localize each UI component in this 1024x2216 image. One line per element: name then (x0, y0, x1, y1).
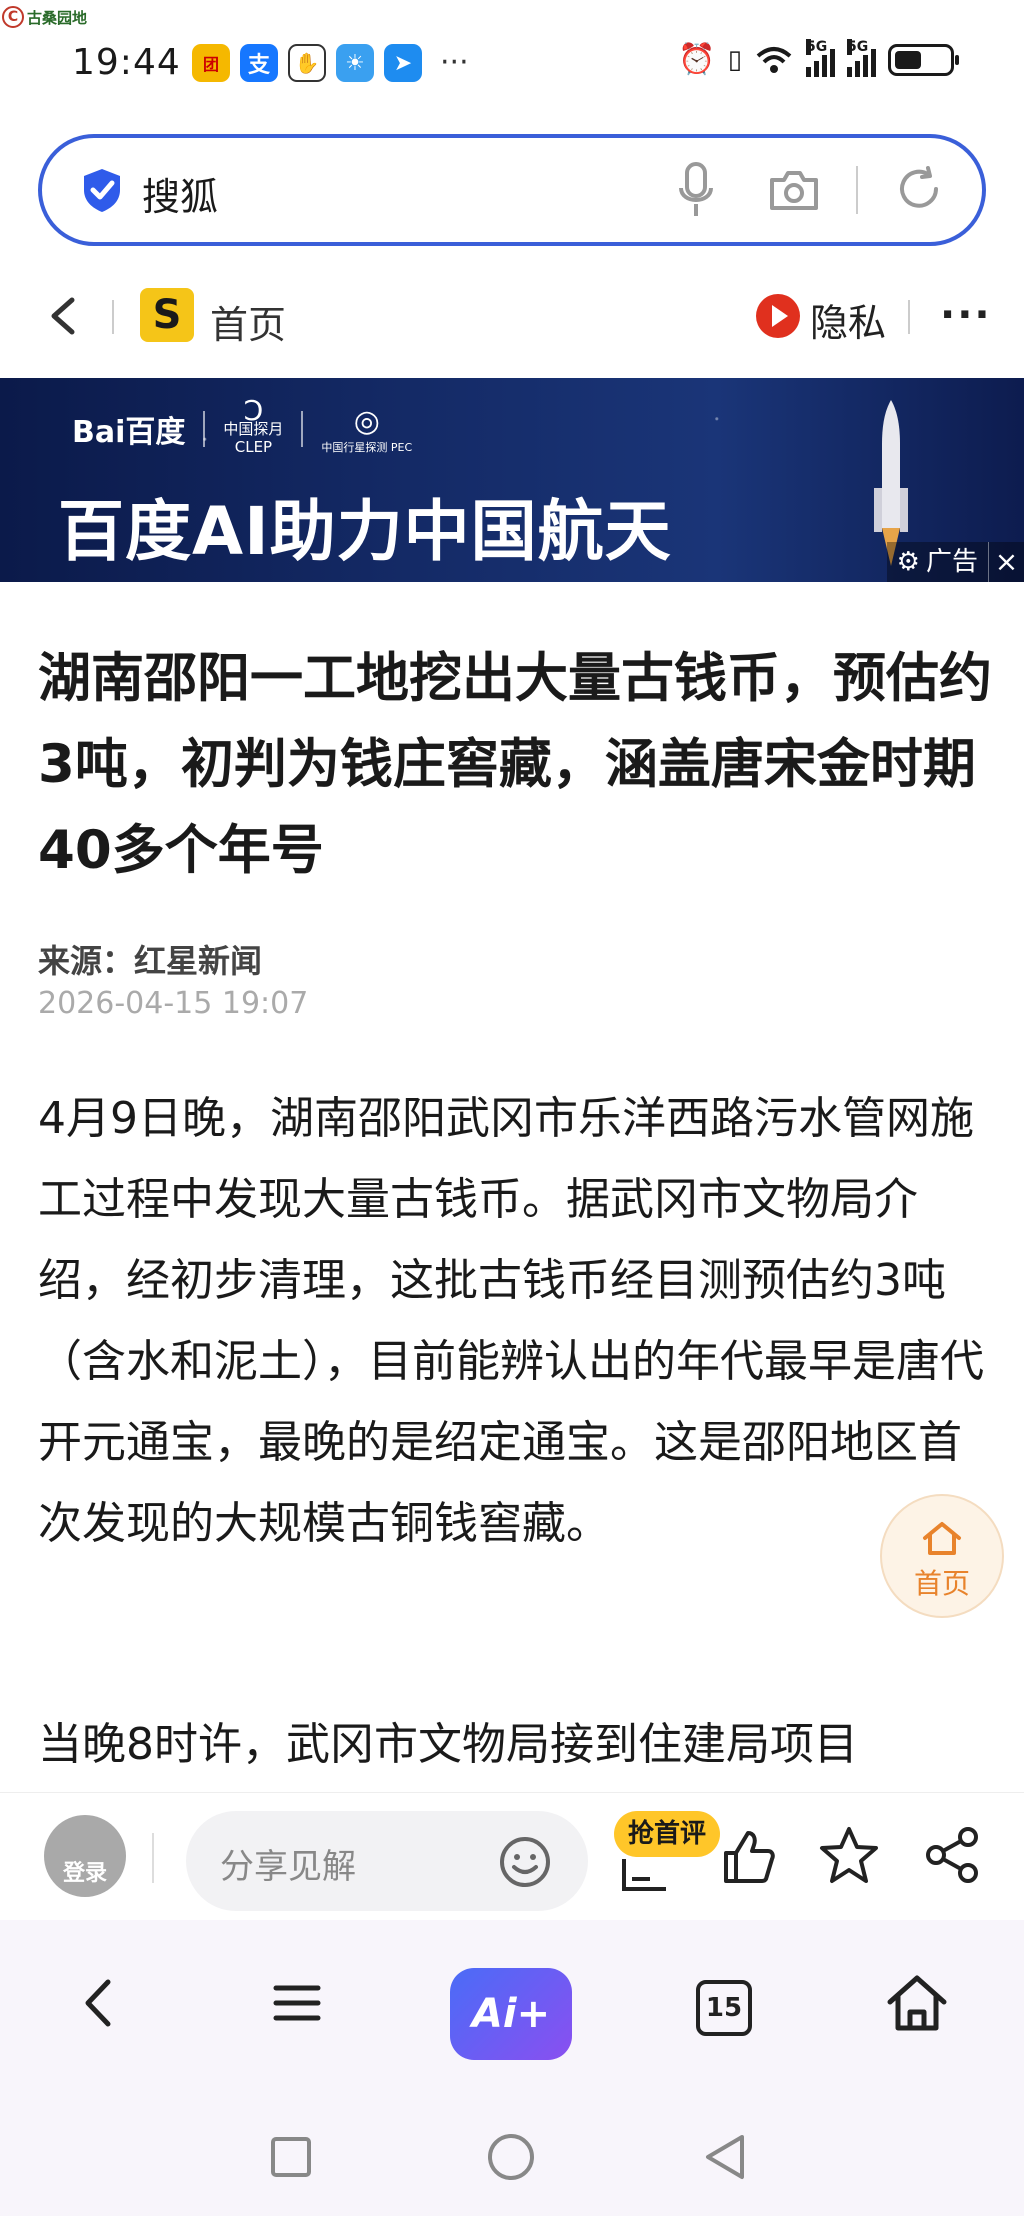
ai-assistant-button[interactable]: Ai+ (450, 1968, 572, 2060)
shield-icon (84, 169, 120, 212)
ad-logos: Bai百度 Ͻ 中国探月 CLEP ◎ 中国行星探测 PEC (72, 394, 413, 457)
tabs-button[interactable]: 15 (696, 1980, 752, 2036)
status-notification-icons: 团 支 ✋ ☀ ➤ ··· (192, 44, 469, 82)
ad-close-button[interactable]: × (988, 542, 1024, 582)
menu-icon[interactable] (262, 1968, 332, 2038)
recent-apps-icon[interactable] (268, 2134, 314, 2180)
back-icon[interactable] (46, 296, 80, 336)
watermark-logo-icon: C (2, 6, 24, 28)
nav-divider-2 (908, 300, 910, 334)
search-bar[interactable]: 搜狐 (38, 134, 986, 246)
status-bar: 19:44 团 支 ✋ ☀ ➤ ··· ⏰ ▯ 5G 5G (0, 30, 1024, 100)
site-home-link[interactable]: 首页 (210, 294, 286, 349)
camera-icon[interactable] (768, 166, 820, 214)
comment-icon[interactable] (620, 1857, 670, 1893)
emoji-icon[interactable] (498, 1835, 552, 1889)
battery-icon (888, 43, 959, 76)
article-paragraph: 4月9日晚，湖南邵阳武冈市乐洋西路污水管网施工过程中发现大量古钱币。据武冈市文物… (38, 1093, 984, 1549)
ad-settings-icon: ⚙ (896, 547, 920, 577)
share-icon[interactable] (922, 1825, 982, 1885)
ad-title: 百度AI助力中国航天 (58, 493, 672, 570)
search-query[interactable]: 搜狐 (142, 166, 218, 221)
alipay-icon: 支 (240, 44, 278, 82)
watermark: C 古桑园地 (2, 6, 87, 28)
watermark-text: 古桑园地 (27, 8, 88, 27)
login-avatar[interactable]: 登录 (44, 1815, 126, 1897)
favorite-star-icon[interactable] (818, 1825, 880, 1887)
article-headline: 湖南邵阳一工地挖出大量古钱币，预估约3吨，初判为钱庄窖藏，涵盖唐宋金时期40多个… (38, 648, 992, 881)
microphone-icon[interactable] (676, 160, 716, 220)
search-divider (856, 166, 858, 214)
clep-logo: Ͻ 中国探月 CLEP (223, 394, 284, 457)
browser-toolbar: Ai+ 15 (0, 1920, 1024, 2104)
first-comment-badge[interactable]: 抢首评 (614, 1811, 721, 1857)
status-time: 19:44 (72, 42, 181, 83)
comment-bar: 登录 分享见解 抢首评 (0, 1792, 1024, 1918)
ad-banner[interactable]: Bai百度 Ͻ 中国探月 CLEP ◎ 中国行星探测 PEC 百度AI助力中国航… (0, 378, 1024, 582)
weather-icon: ☀ (336, 44, 374, 82)
app-notification-icon-1: 团 (192, 44, 230, 82)
signal-5g-icon-2: 5G (847, 38, 876, 77)
home-nav-icon[interactable] (882, 1968, 952, 2038)
home-circle-icon[interactable] (486, 2132, 536, 2182)
nav-divider (112, 300, 114, 334)
back-nav-icon[interactable] (66, 1968, 136, 2038)
like-icon[interactable] (720, 1829, 776, 1885)
floating-home-button[interactable]: 首页 (880, 1494, 1004, 1618)
signal-5g-icon-1: 5G (806, 38, 835, 77)
privacy-button[interactable]: 隐私 (810, 292, 886, 347)
floating-home-label: 首页 (913, 1567, 970, 1600)
pec-logo: ◎ 中国行星探测 PEC (321, 403, 413, 454)
comment-input[interactable]: 分享见解 (186, 1811, 588, 1911)
wifi-icon (756, 46, 792, 73)
more-menu-button[interactable]: ··· (940, 292, 992, 338)
status-system-icons: ⏰ ▯ 5G 5G (678, 38, 959, 77)
article-paragraph: 当晚8时许，武冈市文物局接到住建局项目 (38, 1719, 858, 1770)
sohu-logo-icon[interactable]: S (140, 288, 194, 342)
comment-placeholder: 分享见解 (220, 1847, 356, 1887)
article-source: 来源：红星新闻 (38, 942, 263, 980)
page-nav-row: S 首页 隐私 ··· (0, 280, 1024, 350)
refresh-icon[interactable] (894, 164, 944, 214)
privacy-icon[interactable] (756, 294, 800, 338)
back-triangle-icon[interactable] (702, 2132, 748, 2182)
login-label: 登录 (62, 1861, 107, 1886)
system-navigation-bar (0, 2104, 1024, 2216)
alarm-icon: ⏰ (678, 42, 716, 77)
home-icon (923, 1522, 961, 1555)
vibrate-icon: ▯ (727, 44, 742, 75)
more-notifications-icon: ··· (440, 45, 469, 80)
ad-label: ⚙ 广告 (886, 542, 988, 582)
hand-icon: ✋ (288, 44, 326, 82)
article-date: 2026-04-15 19:07 (38, 986, 309, 1021)
comment-divider (152, 1833, 154, 1883)
baidu-logo: Bai百度 (72, 415, 186, 450)
send-icon: ➤ (384, 44, 422, 82)
